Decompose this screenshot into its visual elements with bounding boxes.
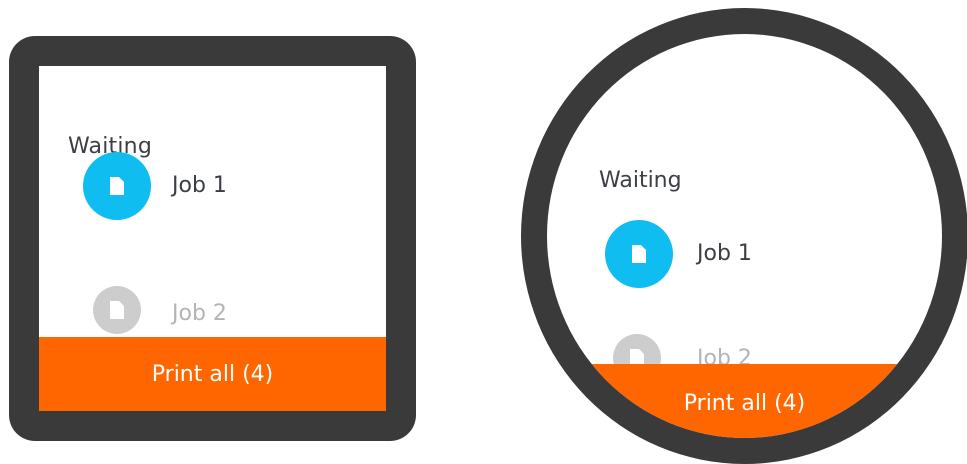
job-1-label[interactable]: Job 1	[172, 173, 227, 198]
document-icon	[110, 301, 124, 319]
job-2-icon-button[interactable]	[93, 286, 141, 334]
print-all-button[interactable]: Print all (4)	[547, 364, 942, 438]
stage: Waiting Job 1 Job 2 Print all (4) Waitin…	[0, 0, 967, 464]
print-all-button[interactable]: Print all (4)	[39, 337, 386, 411]
document-icon	[632, 245, 646, 263]
job-2-label[interactable]: Job 2	[172, 301, 227, 326]
square-watch-bezel: Waiting Job 1 Job 2 Print all (4)	[9, 36, 416, 441]
job-1-icon-button[interactable]	[605, 220, 673, 288]
section-title: Waiting	[599, 168, 682, 193]
round-watch-screen: Waiting Job 1 Job 2 Print all (4)	[547, 34, 942, 438]
job-1-label[interactable]: Job 1	[697, 241, 752, 266]
document-icon	[110, 177, 124, 195]
job-1-icon-button[interactable]	[83, 152, 151, 220]
square-watch-screen: Waiting Job 1 Job 2 Print all (4)	[39, 66, 386, 411]
round-watch-bezel: Waiting Job 1 Job 2 Print all (4)	[521, 8, 967, 464]
